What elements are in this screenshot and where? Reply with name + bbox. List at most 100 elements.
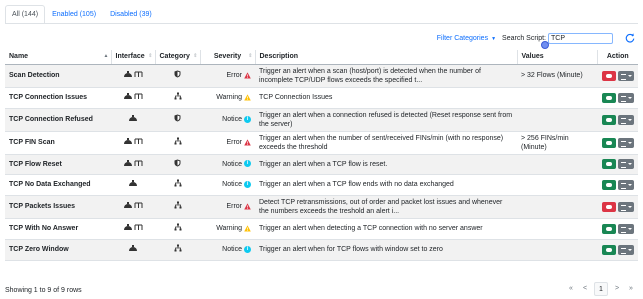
actions-menu-button[interactable] <box>617 92 634 103</box>
severity-label: Error <box>226 72 242 79</box>
action-cell <box>597 87 638 109</box>
rule-description: Trigger an alert when for TCP flows with… <box>255 239 517 261</box>
rule-values: > 32 Flows (Minute) <box>517 64 597 88</box>
sort-asc-icon: ▲ <box>103 53 109 59</box>
column-severity-label: Severity <box>213 53 242 61</box>
caret-down-icon: ▼ <box>491 35 497 42</box>
column-action-label: Action <box>606 53 629 61</box>
category-cell <box>155 64 200 88</box>
rule-description: Trigger an alert when the number of sent… <box>255 131 517 155</box>
host-icon <box>128 244 138 255</box>
rule-name: TCP With No Answer <box>5 218 111 240</box>
table-row: TCP Flow Reset Notice i Trigger an alert wh… <box>5 154 638 175</box>
severity-cell: Notice i <box>200 154 255 175</box>
host-flow-icon <box>123 159 143 170</box>
table-row: TCP FIN Scan Error Trigger an alert when t… <box>5 131 638 155</box>
action-cell <box>597 239 638 261</box>
actions-menu-button[interactable] <box>617 223 634 234</box>
page-next-button[interactable]: > <box>610 282 624 296</box>
error-triangle-icon <box>244 203 251 210</box>
rule-description: TCP Connection Issues <box>255 87 517 109</box>
action-cell <box>597 131 638 155</box>
toggle-on-button[interactable] <box>601 244 616 255</box>
table-row: TCP Zero Window Notice i Trigger an alert w… <box>5 239 638 261</box>
toggle-on-button[interactable] <box>601 114 616 125</box>
rule-name: TCP Zero Window <box>5 239 111 261</box>
severity-cell: Error <box>200 131 255 155</box>
network-icon <box>174 137 182 148</box>
column-action: Action <box>597 50 638 65</box>
interface-cell <box>111 218 155 240</box>
host-flow-icon <box>123 92 143 103</box>
tab-all[interactable]: All (144) <box>5 5 46 24</box>
network-icon <box>174 92 182 103</box>
column-category[interactable]: Category ⇕ <box>155 50 201 65</box>
severity-label: Error <box>226 203 242 210</box>
action-cell <box>597 64 638 88</box>
actions-menu-button[interactable] <box>617 159 634 169</box>
severity-label: Notice <box>222 116 242 123</box>
rule-description: Trigger an alert when a TCP flow ends wi… <box>255 174 517 196</box>
column-interface[interactable]: Interface ⇕ <box>111 50 156 65</box>
toggle-on-button[interactable] <box>601 223 616 234</box>
shield-icon <box>174 70 181 81</box>
category-cell <box>155 154 200 175</box>
severity-cell: Warning <box>200 218 255 240</box>
toggle-off-button[interactable] <box>601 201 616 212</box>
page-first-button[interactable]: « <box>564 282 578 296</box>
actions-menu-button[interactable] <box>617 137 634 148</box>
interface-cell <box>111 239 155 261</box>
rule-values <box>517 174 597 196</box>
rule-name: TCP Connection Refused <box>5 108 111 132</box>
action-cell <box>597 174 638 196</box>
tab-disabled[interactable]: Disabled (39) <box>103 5 159 24</box>
rule-values <box>517 195 597 219</box>
toggle-on-button[interactable] <box>601 179 616 190</box>
search-input[interactable] <box>548 32 613 44</box>
filter-categories-label: Filter Categories <box>436 34 489 42</box>
toggle-on-button[interactable] <box>601 92 616 103</box>
table-row: TCP With No Answer Warning Trigger an aler… <box>5 218 638 240</box>
refresh-icon[interactable] <box>625 33 635 43</box>
interface-cell <box>111 195 155 219</box>
host-flow-icon <box>123 70 143 81</box>
info-circle-icon: i <box>244 180 251 188</box>
page-prev-button[interactable]: < <box>578 282 592 296</box>
rule-name: TCP Flow Reset <box>5 154 111 175</box>
network-icon <box>174 223 182 234</box>
table-row: TCP Packets Issues Error Detect TCP retran… <box>5 195 638 219</box>
actions-menu-button[interactable] <box>617 244 634 255</box>
column-name[interactable]: Name ▲ <box>5 50 112 65</box>
toggle-on-button[interactable] <box>601 159 616 169</box>
severity-label: Warning <box>216 225 242 232</box>
warning-triangle-icon <box>244 94 251 101</box>
actions-menu-button[interactable] <box>617 201 634 212</box>
page-1-button[interactable]: 1 <box>594 282 608 296</box>
rule-values <box>517 218 597 240</box>
page-last-button[interactable]: » <box>624 282 638 296</box>
rule-description: Trigger an alert when a TCP flow is rese… <box>255 154 517 175</box>
table-row: TCP Connection Refused Notice i Trigger an … <box>5 108 638 132</box>
tab-bar: All (144) Enabled (105) Disabled (39) <box>5 5 159 24</box>
category-cell <box>155 218 200 240</box>
column-values: Values <box>517 50 598 65</box>
action-cell <box>597 195 638 219</box>
toggle-on-button[interactable] <box>601 137 616 148</box>
actions-menu-button[interactable] <box>617 179 634 190</box>
severity-cell: Error <box>200 195 255 219</box>
warning-triangle-icon <box>244 225 251 232</box>
sort-icon: ⇕ <box>148 53 153 59</box>
toggle-off-button[interactable] <box>601 70 616 81</box>
tab-enabled[interactable]: Enabled (105) <box>45 5 103 24</box>
interface-cell <box>111 87 155 109</box>
column-severity[interactable]: Severity ⇕ <box>200 50 256 65</box>
rule-name: TCP Connection Issues <box>5 87 111 109</box>
filter-categories-dropdown[interactable]: Filter Categories ▼ <box>437 35 496 42</box>
severity-label: Error <box>226 139 242 146</box>
actions-menu-button[interactable] <box>617 70 634 81</box>
rule-description: Trigger an alert when a connection refus… <box>255 108 517 132</box>
interface-cell <box>111 154 155 175</box>
severity-label: Notice <box>222 160 242 168</box>
action-cell <box>597 154 638 175</box>
actions-menu-button[interactable] <box>617 114 634 125</box>
